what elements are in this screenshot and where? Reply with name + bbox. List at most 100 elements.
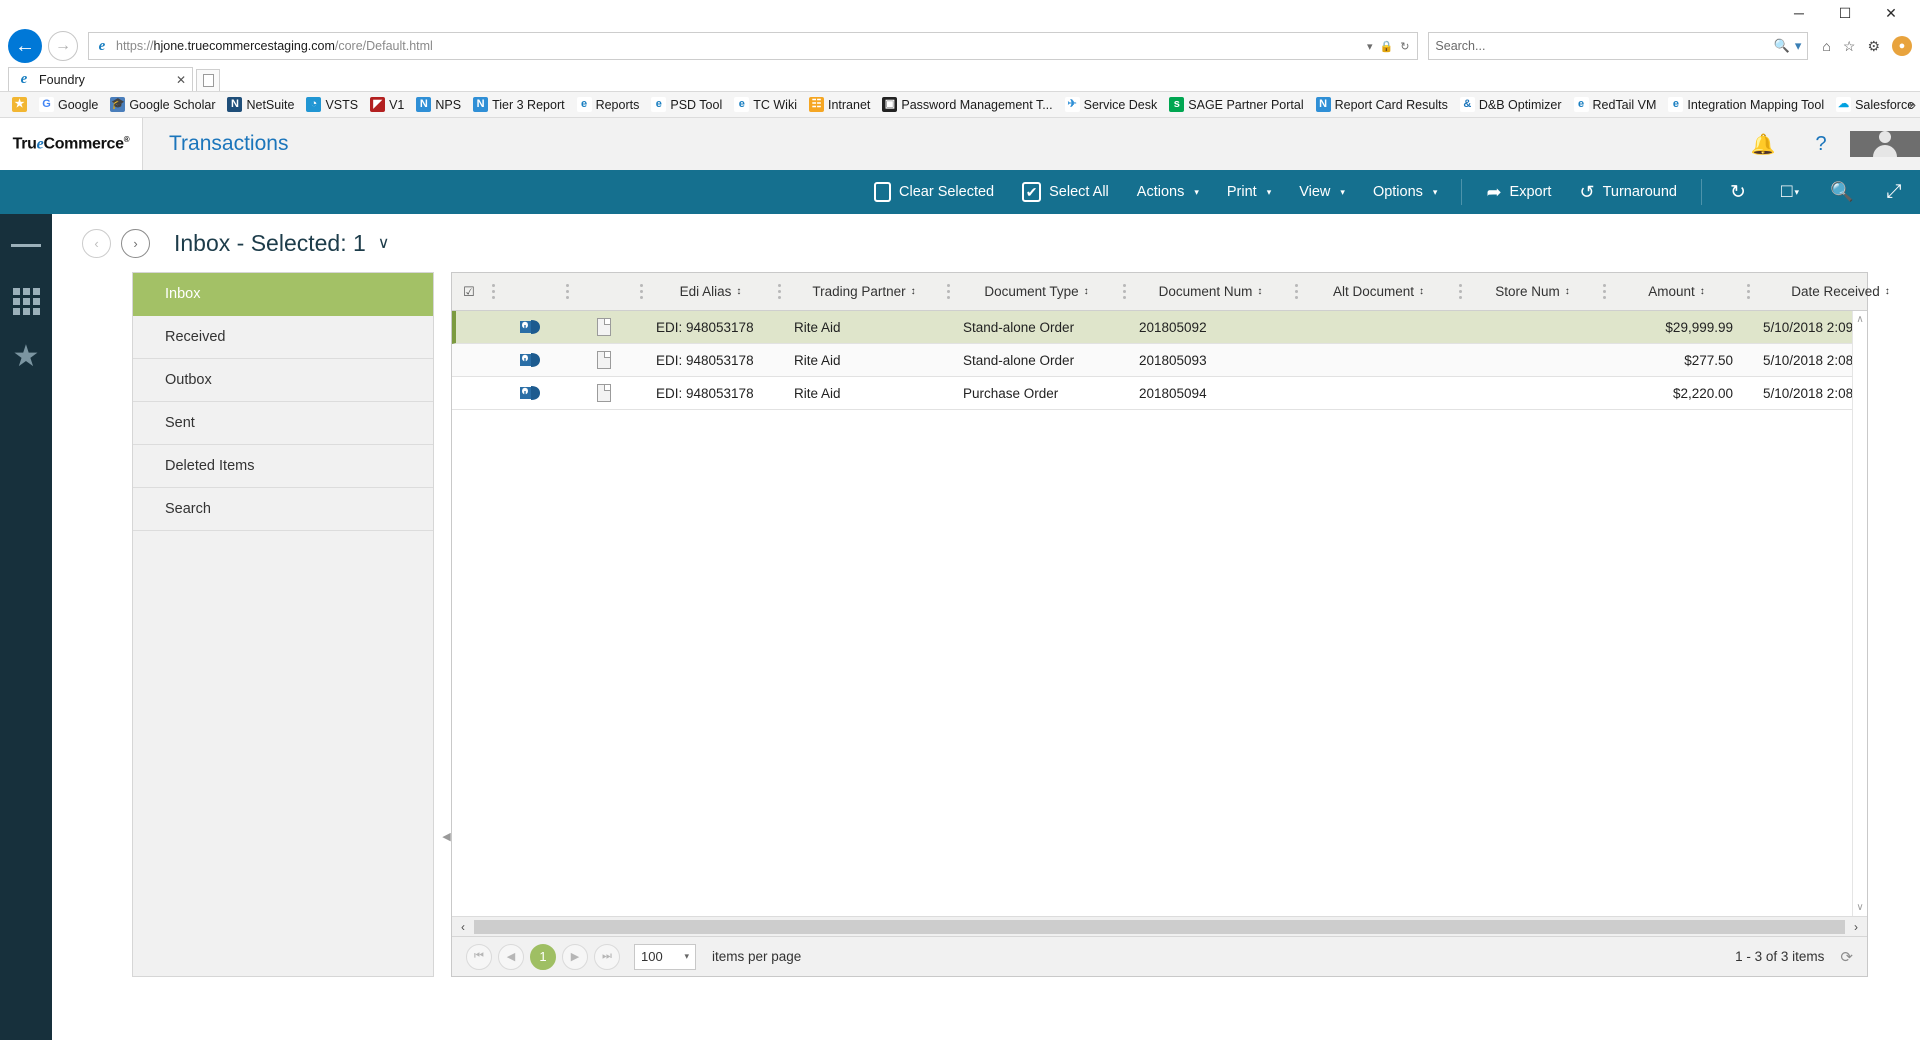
chevron-down-icon[interactable]: ∨: [378, 233, 390, 253]
select-all-button[interactable]: ✔ Select All: [1008, 170, 1123, 214]
sort-arrows-icon[interactable]: ↕: [1885, 286, 1889, 297]
help-icon[interactable]: ?: [1792, 133, 1850, 156]
bookmark-netsuite[interactable]: NNetSuite: [221, 94, 300, 116]
options-menu-button[interactable]: Options ▾: [1359, 170, 1452, 214]
first-page-button[interactable]: ⏮: [466, 944, 492, 970]
column-header-trading-partner[interactable]: Trading Partner↕: [786, 273, 941, 310]
column-menu-icon[interactable]: [941, 273, 955, 310]
column-header-document-num[interactable]: Document Num↕: [1131, 273, 1289, 310]
home-icon[interactable]: ⌂: [1822, 38, 1830, 54]
hscroll-thumb[interactable]: [474, 920, 1845, 934]
next-page-button[interactable]: ▶: [562, 944, 588, 970]
bookmark-report-card-results[interactable]: NReport Card Results: [1310, 94, 1454, 116]
reload-icon[interactable]: ↻: [1400, 40, 1409, 53]
user-avatar[interactable]: [1850, 131, 1920, 157]
column-header-date-received[interactable]: Date Received↕: [1755, 273, 1920, 310]
page-size-select[interactable]: 100 ▾: [634, 944, 696, 970]
clear-selected-button[interactable]: Clear Selected: [860, 170, 1008, 214]
bookmark-sage-partner-portal[interactable]: sSAGE Partner Portal: [1163, 94, 1309, 116]
chevron-down-icon[interactable]: ▾: [1367, 40, 1373, 53]
column-menu-icon[interactable]: [1453, 273, 1467, 310]
truecommerce-logo[interactable]: TrueCommerce®: [0, 118, 143, 170]
column-menu-icon[interactable]: [1597, 273, 1611, 310]
bookmark-redtail-vm[interactable]: eRedTail VM: [1568, 94, 1663, 116]
folder-item-deleted-items[interactable]: Deleted Items: [133, 445, 433, 488]
sort-arrows-icon[interactable]: ↕: [1700, 286, 1704, 297]
column-menu-icon[interactable]: [486, 273, 500, 310]
bookmark-tc-wiki[interactable]: eTC Wiki: [728, 94, 803, 116]
inbox-title[interactable]: Inbox - Selected: 1 ∨: [174, 230, 390, 257]
browser-profile-avatar[interactable]: ●: [1892, 36, 1912, 56]
table-row[interactable]: EDI: 948053178Rite AidPurchase Order2018…: [452, 377, 1867, 410]
bookmark-v1[interactable]: ◤V1: [364, 94, 410, 116]
page-prev-button[interactable]: ‹: [82, 229, 111, 258]
bookmark-psd-tool[interactable]: ePSD Tool: [645, 94, 728, 116]
folder-item-search[interactable]: Search: [133, 488, 433, 531]
back-arrow-icon[interactable]: ←: [8, 29, 42, 63]
window-minimize-button[interactable]: ─: [1776, 0, 1822, 26]
column-header-alt-document[interactable]: Alt Document↕: [1303, 273, 1453, 310]
folder-item-outbox[interactable]: Outbox: [133, 359, 433, 402]
view-menu-button[interactable]: View ▾: [1285, 170, 1359, 214]
page-next-button[interactable]: ›: [121, 229, 150, 258]
grid-refresh-icon[interactable]: ⟳: [1840, 948, 1853, 966]
column-menu-icon[interactable]: [772, 273, 786, 310]
row-select-checkbox[interactable]: [452, 344, 486, 376]
vertical-scrollbar[interactable]: ∧ ∨: [1852, 311, 1867, 916]
column-menu-icon[interactable]: [1741, 273, 1755, 310]
sort-arrows-icon[interactable]: ↕: [1565, 286, 1569, 297]
last-page-button[interactable]: ⏭: [594, 944, 620, 970]
bookmark-google[interactable]: GGoogle: [33, 94, 104, 116]
turnaround-button[interactable]: ↺ Turnaround: [1565, 170, 1691, 214]
row-select-checkbox[interactable]: [456, 311, 486, 343]
bookmark-reports[interactable]: eReports: [571, 94, 646, 116]
window-close-button[interactable]: ✕: [1868, 0, 1914, 26]
column-menu-icon[interactable]: [634, 273, 648, 310]
column-header-store-num[interactable]: Store Num↕: [1467, 273, 1597, 310]
sort-arrows-icon[interactable]: ↕: [1419, 286, 1423, 297]
new-tab-button[interactable]: [196, 69, 220, 91]
bookmark-google-scholar[interactable]: 🎓Google Scholar: [104, 94, 221, 116]
address-bar[interactable]: e https://hjone.truecommercestaging.com/…: [88, 32, 1418, 60]
bookmark-salesforce[interactable]: ☁Salesforce: [1830, 94, 1920, 116]
tab-close-icon[interactable]: ✕: [176, 73, 186, 87]
bookmark-nps[interactable]: NNPS: [410, 94, 467, 116]
pane-resize-handle[interactable]: ◀: [442, 272, 451, 1040]
bookmark-vsts[interactable]: ◔VSTS: [300, 94, 364, 116]
favorites-star-icon[interactable]: ☆: [1843, 38, 1856, 55]
page-number-1[interactable]: 1: [530, 944, 556, 970]
bookmark-password-management-t[interactable]: ▣Password Management T...: [876, 94, 1058, 116]
column-header-edi-alias[interactable]: Edi Alias↕: [648, 273, 772, 310]
folder-item-inbox[interactable]: Inbox: [133, 273, 433, 316]
column-menu-icon[interactable]: [560, 273, 574, 310]
bookmark-tier-3-report[interactable]: NTier 3 Report: [467, 94, 570, 116]
bookmark-intranet[interactable]: ☷Intranet: [803, 94, 876, 116]
print-menu-button[interactable]: Print ▾: [1213, 170, 1285, 214]
settings-gear-icon[interactable]: ⚙: [1867, 38, 1880, 55]
hamburger-menu-icon[interactable]: [11, 230, 41, 260]
notifications-bell-icon[interactable]: 🔔: [1734, 132, 1792, 157]
sort-arrows-icon[interactable]: ↕: [1084, 286, 1088, 297]
scroll-up-icon[interactable]: ∧: [1856, 314, 1863, 325]
actions-menu-button[interactable]: Actions ▾: [1123, 170, 1213, 214]
horizontal-scrollbar[interactable]: ‹ ›: [452, 916, 1867, 936]
browser-tab-foundry[interactable]: e Foundry ✕: [8, 67, 193, 91]
bookmark-integration-mapping-tool[interactable]: eIntegration Mapping Tool: [1662, 94, 1830, 116]
search-button[interactable]: 🔍: [1816, 170, 1868, 214]
column-header-amount[interactable]: Amount↕: [1611, 273, 1741, 310]
table-row[interactable]: EDI: 948053178Rite AidStand-alone Order2…: [452, 344, 1867, 377]
row-select-checkbox[interactable]: [452, 377, 486, 409]
refresh-button[interactable]: ↻: [1712, 170, 1764, 214]
export-button[interactable]: ➦ Export: [1472, 170, 1565, 214]
fullscreen-expand-button[interactable]: ⤢: [1868, 170, 1920, 214]
search-icon[interactable]: 🔍: [1774, 38, 1790, 54]
prev-page-button[interactable]: ◀: [498, 944, 524, 970]
column-header-document-type[interactable]: Document Type↕: [955, 273, 1117, 310]
column-menu-icon[interactable]: [1289, 273, 1303, 310]
bookmark-favorites[interactable]: ★: [6, 94, 33, 116]
bookmark-service-desk[interactable]: ✈Service Desk: [1059, 94, 1164, 116]
favorites-star-icon[interactable]: ★: [11, 342, 41, 372]
window-maximize-button[interactable]: ☐: [1822, 0, 1868, 26]
column-menu-icon[interactable]: [1117, 273, 1131, 310]
hscroll-right-icon[interactable]: ›: [1847, 920, 1865, 934]
